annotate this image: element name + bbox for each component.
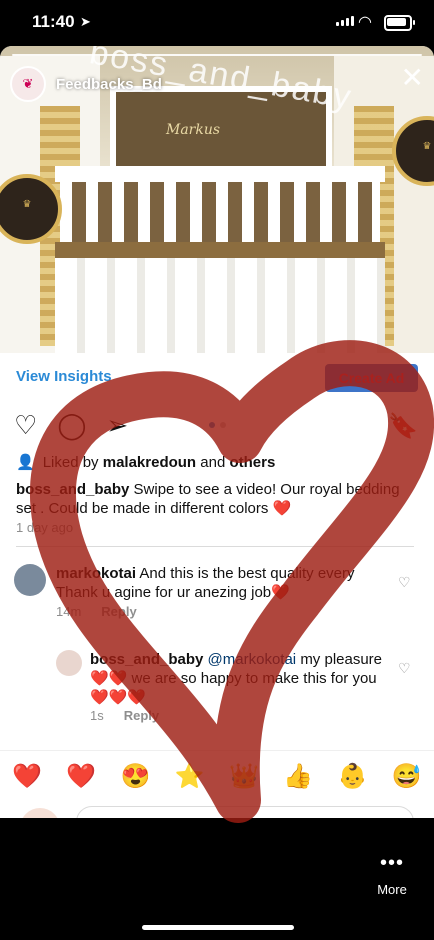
more-button[interactable]: ••• More bbox=[376, 852, 408, 897]
more-dots-icon: ••• bbox=[379, 852, 404, 874]
story-header: ❦ Feedbacks_Bd bbox=[10, 66, 162, 102]
comment-icon[interactable]: ◯ bbox=[57, 412, 86, 438]
reaction-sweat-smile-icon[interactable]: 😅 bbox=[392, 762, 422, 791]
reply-like-icon[interactable]: ♡ bbox=[398, 660, 411, 677]
comment-meta: 14m Reply bbox=[56, 604, 137, 619]
share-icon[interactable]: ➢ bbox=[106, 412, 128, 438]
reaction-crown-icon[interactable]: 👑 bbox=[229, 762, 259, 791]
reaction-baby-icon[interactable]: 👶 bbox=[338, 762, 368, 791]
crib-rail bbox=[55, 166, 385, 182]
comment-time: 14m bbox=[56, 604, 82, 619]
reply-time: 1s bbox=[90, 708, 104, 723]
comment-user[interactable]: markokotai bbox=[56, 565, 136, 582]
reply-user[interactable]: boss_and_baby bbox=[90, 651, 203, 668]
comment-reply-button[interactable]: Reply bbox=[101, 604, 136, 619]
comment-like-icon[interactable]: ♡ bbox=[398, 574, 411, 591]
more-label: More bbox=[377, 882, 407, 897]
status-bar: 11:40 ➤ ◠ bbox=[0, 0, 434, 46]
liked-others[interactable]: others bbox=[229, 454, 275, 471]
status-time: 11:40 bbox=[32, 12, 75, 31]
reply-avatar[interactable] bbox=[56, 650, 82, 676]
like-heart-icon[interactable]: ♡ bbox=[14, 412, 37, 438]
post-actions: ♡ ◯ ➢ bbox=[14, 412, 128, 438]
reply-bar-avatar bbox=[20, 808, 60, 818]
reply-meta: 1s Reply bbox=[90, 708, 159, 723]
crib-bumper bbox=[55, 242, 385, 258]
story-card: Markus ♛ ♛ boss_and_baby ❦ Feedbacks_Bd … bbox=[0, 46, 434, 818]
reaction-heart-icon[interactable]: ❤️ bbox=[12, 762, 42, 791]
wifi-icon: ◠ bbox=[358, 14, 372, 31]
liked-user[interactable]: malakredoun bbox=[103, 454, 196, 471]
liked-by-line[interactable]: 👤 Liked by malakredoun and others bbox=[16, 453, 275, 472]
location-arrow-icon: ➤ bbox=[80, 14, 91, 29]
home-indicator[interactable] bbox=[142, 925, 294, 930]
reply-mention[interactable]: @markokotai bbox=[208, 651, 297, 668]
close-icon[interactable]: ✕ bbox=[401, 64, 424, 92]
liked-and: and bbox=[200, 453, 226, 471]
crib-skirt bbox=[55, 258, 385, 353]
story-photo[interactable]: Markus ♛ ♛ boss_and_baby ❦ Feedbacks_Bd … bbox=[0, 46, 434, 353]
reaction-heart-eyes-icon[interactable]: 😍 bbox=[121, 762, 151, 791]
divider bbox=[16, 546, 414, 547]
reply-text: boss_and_baby @markokotai my pleasure ❤️… bbox=[90, 651, 383, 706]
battery-icon bbox=[384, 15, 415, 31]
crib-monogram: Markus bbox=[166, 122, 221, 138]
create-ad-button[interactable]: Create Ad bbox=[325, 364, 418, 392]
reaction-star-icon[interactable]: ⭐ bbox=[175, 762, 205, 791]
carousel-dots bbox=[209, 422, 226, 428]
post-caption: boss_and_baby Swipe to see a video! Our … bbox=[16, 480, 416, 518]
reaction-heart-2-icon[interactable]: ❤️ bbox=[66, 762, 96, 791]
reply-input[interactable] bbox=[76, 806, 414, 818]
liked-by-avatar-icon: 👤 bbox=[16, 454, 35, 471]
reaction-thumbs-up-icon[interactable]: 👍 bbox=[283, 762, 313, 791]
post-time: 1 day ago bbox=[16, 520, 74, 535]
story-avatar[interactable]: ❦ bbox=[10, 66, 46, 102]
story-username[interactable]: Feedbacks_Bd bbox=[56, 76, 162, 93]
bookmark-icon[interactable]: 🔖 bbox=[388, 412, 418, 441]
signal-icon bbox=[336, 16, 354, 26]
view-insights-link[interactable]: View Insights bbox=[16, 368, 112, 385]
reply-reply-button[interactable]: Reply bbox=[124, 708, 159, 723]
caption-username[interactable]: boss_and_baby bbox=[16, 481, 129, 498]
liked-prefix: Liked by bbox=[42, 453, 99, 471]
quick-reactions-bar: ❤️ ❤️ 😍 ⭐ 👑 👍 👶 😅 bbox=[0, 750, 434, 801]
comment-avatar[interactable] bbox=[14, 564, 46, 596]
comment-text: markokotai And this is the best quality … bbox=[56, 565, 355, 601]
